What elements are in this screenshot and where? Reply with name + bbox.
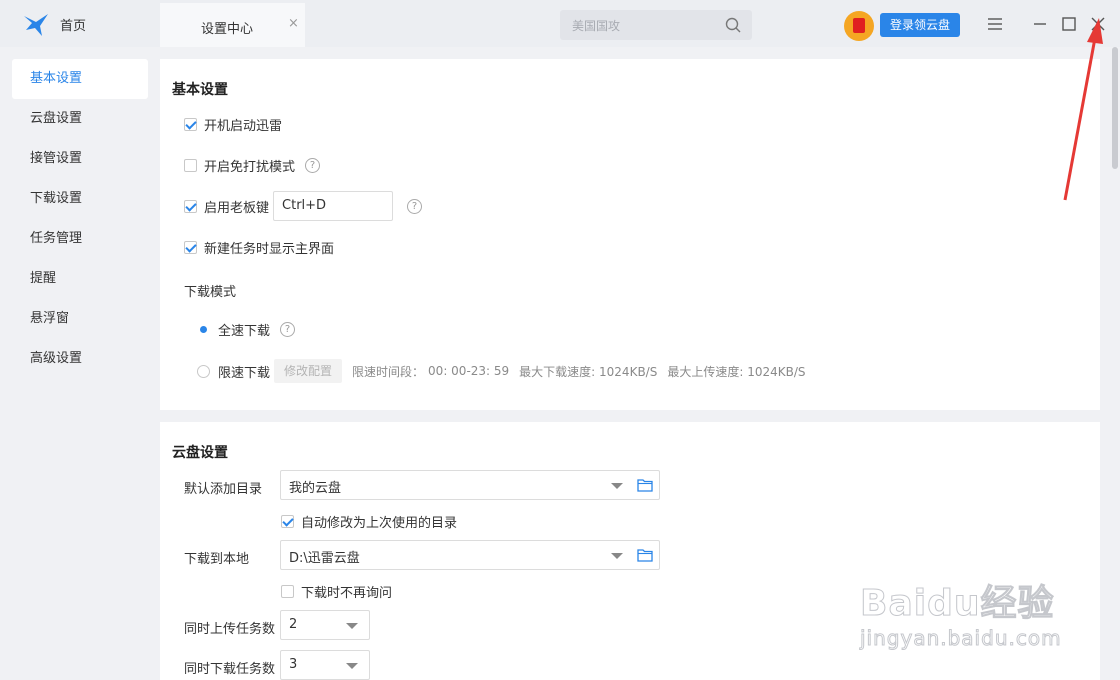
local-dir-dropdown[interactable]: D:\迅雷云盘 bbox=[280, 540, 660, 570]
local-dir-value: D:\迅雷云盘 bbox=[289, 551, 360, 566]
auto-modify-label: 自动修改为上次使用的目录 bbox=[301, 516, 458, 531]
no-ask-label: 下载时不再询问 bbox=[301, 586, 393, 601]
chevron-down-icon[interactable] bbox=[611, 553, 623, 559]
download-mode-title: 下载模式 bbox=[184, 285, 237, 300]
xunlei-logo-icon bbox=[24, 14, 48, 36]
chevron-down-icon[interactable] bbox=[346, 663, 358, 669]
max-download-speed: 最大下载速度: 1024KB/S bbox=[519, 364, 658, 379]
auto-modify-checkbox[interactable] bbox=[281, 515, 294, 528]
home-tab[interactable]: 首页 bbox=[0, 0, 160, 47]
autostart-option[interactable]: 开机启动迅雷 bbox=[184, 115, 282, 134]
full-speed-option[interactable]: 全速下载 ? bbox=[197, 320, 296, 339]
auto-modify-option[interactable]: 自动修改为上次使用的目录 bbox=[281, 512, 457, 531]
chevron-down-icon[interactable] bbox=[346, 623, 358, 629]
tab-close-icon[interactable]: × bbox=[288, 16, 299, 31]
sidebar-item-cloud[interactable]: 云盘设置 bbox=[12, 99, 148, 139]
basic-settings-panel: 基本设置 开机启动迅雷 开启免打扰模式 ? 启用老板键 Ctrl+D ? 新建任… bbox=[160, 59, 1100, 410]
menu-icon[interactable] bbox=[985, 14, 1005, 34]
upload-tasks-value: 2 bbox=[289, 617, 298, 632]
sidebar-item-reminder[interactable]: 提醒 bbox=[12, 259, 148, 299]
limit-time-value: 00: 00-23: 59 bbox=[428, 364, 510, 378]
limit-time-label: 限速时间段： bbox=[352, 364, 425, 379]
scrollbar-thumb[interactable] bbox=[1112, 47, 1118, 169]
help-icon[interactable]: ? bbox=[305, 158, 321, 173]
sidebar-item-float-window[interactable]: 悬浮窗 bbox=[12, 299, 148, 339]
default-dir-dropdown[interactable]: 我的云盘 bbox=[280, 470, 660, 500]
download-tasks-label: 同时下载任务数 bbox=[184, 662, 276, 677]
autostart-checkbox[interactable] bbox=[184, 118, 197, 131]
title-bar: 首页 设置中心 × 美国国攻 登录领云盘 bbox=[0, 0, 1120, 47]
help-icon[interactable]: ? bbox=[407, 198, 423, 214]
limited-speed-radio[interactable] bbox=[197, 364, 210, 378]
chevron-down-icon[interactable] bbox=[611, 483, 623, 489]
scrollbar[interactable] bbox=[1110, 47, 1120, 680]
login-button[interactable]: 登录领云盘 bbox=[880, 13, 960, 37]
default-dir-label: 默认添加目录 bbox=[184, 482, 263, 497]
default-dir-value: 我的云盘 bbox=[289, 481, 342, 496]
upload-tasks-select[interactable]: 2 bbox=[280, 610, 370, 640]
dnd-label: 开启免打扰模式 bbox=[204, 160, 296, 175]
home-label: 首页 bbox=[60, 19, 87, 34]
download-tasks-value: 3 bbox=[289, 657, 298, 672]
red-packet-icon[interactable] bbox=[844, 11, 874, 41]
show-main-option[interactable]: 新建任务时显示主界面 bbox=[184, 238, 334, 257]
sidebar-item-takeover[interactable]: 接管设置 bbox=[12, 139, 148, 179]
tab-settings-center[interactable]: 设置中心 × bbox=[160, 3, 305, 47]
search-input[interactable]: 美国国攻 bbox=[572, 17, 620, 34]
bosskey-label: 启用老板键 bbox=[204, 200, 270, 216]
modify-config-button[interactable]: 修改配置 bbox=[274, 359, 343, 383]
sidebar-item-advanced[interactable]: 高级设置 bbox=[12, 339, 148, 379]
search-box[interactable]: 美国国攻 bbox=[560, 10, 752, 40]
help-icon[interactable]: ? bbox=[280, 322, 296, 337]
dnd-option[interactable]: 开启免打扰模式 ? bbox=[184, 156, 321, 175]
annotation-arrow-icon bbox=[1063, 18, 1103, 201]
sidebar-item-download[interactable]: 下载设置 bbox=[12, 179, 148, 219]
section-title-basic: 基本设置 bbox=[172, 82, 228, 98]
upload-tasks-label: 同时上传任务数 bbox=[184, 622, 276, 637]
no-ask-checkbox[interactable] bbox=[281, 585, 294, 598]
no-ask-option[interactable]: 下载时不再询问 bbox=[281, 582, 392, 601]
folder-icon[interactable] bbox=[637, 478, 653, 492]
bosskey-checkbox[interactable] bbox=[184, 199, 197, 213]
sidebar-item-basic[interactable]: 基本设置 bbox=[12, 59, 148, 99]
settings-sidebar: 基本设置 云盘设置 接管设置 下载设置 任务管理 提醒 悬浮窗 高级设置 bbox=[0, 47, 160, 680]
bosskey-option[interactable]: 启用老板键 Ctrl+D ? bbox=[184, 191, 423, 221]
watermark-main-text: Baidu经验 bbox=[859, 583, 1055, 625]
limited-speed-option[interactable]: 限速下载 修改配置 限速时间段： 00: 00-23: 59 最大下载速度: 1… bbox=[197, 359, 806, 383]
watermark-sub-text: jingyan.baidu.com bbox=[860, 626, 1062, 651]
show-main-checkbox[interactable] bbox=[184, 241, 197, 254]
max-upload-speed: 最大上传速度: 1024KB/S bbox=[667, 364, 806, 379]
download-tasks-select[interactable]: 3 bbox=[280, 650, 370, 680]
dnd-checkbox[interactable] bbox=[184, 159, 197, 172]
folder-icon[interactable] bbox=[637, 548, 653, 562]
limited-speed-label: 限速下载 bbox=[218, 365, 271, 381]
section-title-cloud: 云盘设置 bbox=[172, 445, 228, 461]
local-dir-label: 下载到本地 bbox=[184, 552, 250, 567]
full-speed-label: 全速下载 bbox=[218, 324, 271, 339]
baidu-jingyan-watermark: Baidu经验 jingyan.baidu.com bbox=[859, 560, 1070, 660]
search-icon[interactable] bbox=[725, 17, 741, 33]
show-main-label: 新建任务时显示主界面 bbox=[204, 242, 335, 257]
full-speed-radio[interactable] bbox=[197, 323, 210, 336]
sidebar-item-tasks[interactable]: 任务管理 bbox=[12, 219, 148, 259]
autostart-label: 开机启动迅雷 bbox=[204, 119, 283, 134]
bosskey-hotkey-field[interactable]: Ctrl+D bbox=[273, 191, 394, 221]
tab-label: 设置中心 bbox=[201, 22, 254, 37]
minimize-icon[interactable] bbox=[1030, 14, 1050, 34]
